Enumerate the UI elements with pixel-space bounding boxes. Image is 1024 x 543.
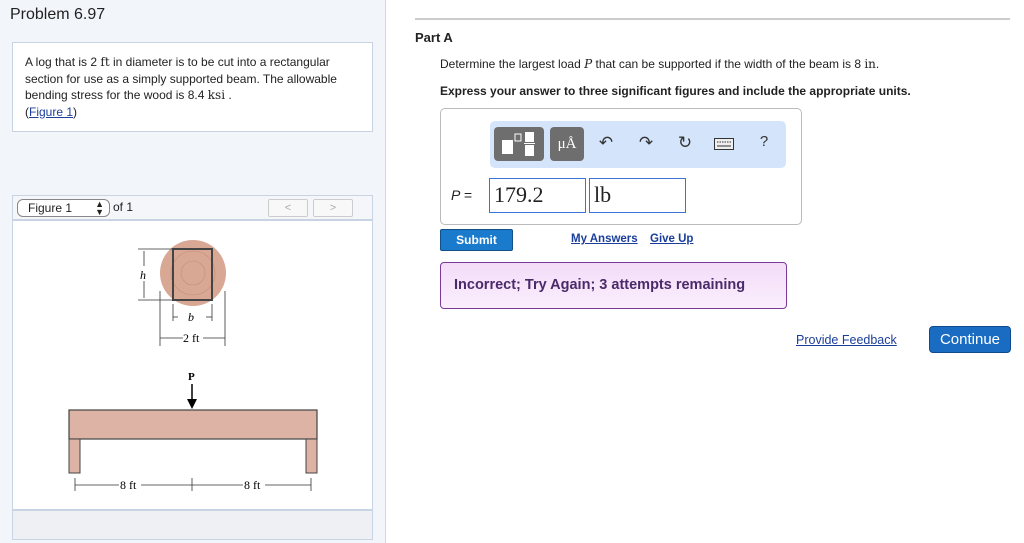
unit-ksi: ksi <box>207 88 226 102</box>
question-unit: in <box>864 57 876 71</box>
question-variable: P <box>584 57 593 71</box>
templates-button[interactable] <box>494 127 544 161</box>
beam <box>68 409 318 474</box>
help-button[interactable]: ? <box>752 133 776 150</box>
label-b: b <box>188 310 194 324</box>
submit-button[interactable]: Submit <box>440 229 513 251</box>
problem-title: Problem 6.97 <box>10 6 106 23</box>
feedback-message: Incorrect; Try Again; 3 attempts remaini… <box>440 262 787 309</box>
label-load: P <box>188 371 195 383</box>
give-up-link[interactable]: Give Up <box>650 233 693 245</box>
question-part: . <box>875 57 880 71</box>
next-figure-button[interactable]: > <box>313 199 353 217</box>
load-arrow-icon <box>187 384 197 409</box>
undo-icon[interactable]: ↶ <box>594 133 618 153</box>
label-diameter: 2 ft <box>183 331 200 345</box>
problem-panel: Problem 6.97 A log that is 2 ft in diame… <box>0 0 386 543</box>
prev-figure-button[interactable]: < <box>268 199 308 217</box>
label-span-left: 8 ft <box>120 478 137 492</box>
log-cross-section <box>160 240 226 306</box>
figure-select[interactable]: Figure 1 ▲ ▼ <box>17 199 110 217</box>
figure-image: h b 2 ft P 8 ft 8 ft <box>12 220 373 510</box>
figure-link[interactable]: Figure 1 <box>29 105 73 119</box>
label-span-right: 8 ft <box>244 478 261 492</box>
keyboard-icon[interactable] <box>712 135 736 155</box>
figure-toolbar: Figure 1 ▲ ▼ of 1 < > <box>12 195 373 220</box>
divider <box>415 18 1010 20</box>
label-h: h <box>140 268 146 282</box>
unit-ft: ft <box>100 55 110 69</box>
answer-label: P = <box>451 187 472 203</box>
part-title: Part A <box>415 30 453 45</box>
problem-statement: A log that is 2 ft in diameter is to be … <box>12 42 373 132</box>
problem-text: A log that is 2 <box>25 55 101 69</box>
fraction-template-icon <box>502 132 535 156</box>
math-toolbar: μÅ ↶ ↷ ↻ ? <box>490 121 786 168</box>
provide-feedback-link[interactable]: Provide Feedback <box>796 333 897 347</box>
figure-count: of 1 <box>113 200 134 214</box>
redo-icon[interactable]: ↷ <box>634 133 658 153</box>
select-arrows-icon: ▲ ▼ <box>95 199 104 217</box>
question-part: that can be supported if the width of th… <box>592 57 865 71</box>
continue-button[interactable]: Continue <box>929 326 1011 353</box>
units-button[interactable]: μÅ <box>550 127 584 161</box>
figure-select-value: Figure 1 <box>28 201 73 215</box>
unit-input[interactable]: lb <box>589 178 686 213</box>
problem-text: . <box>225 88 232 102</box>
question-part: Determine the largest load <box>440 57 585 71</box>
answer-box: μÅ ↶ ↷ ↻ ? P = 179.2 lb <box>440 108 802 225</box>
reset-icon[interactable]: ↻ <box>673 133 697 153</box>
my-answers-link[interactable]: My Answers <box>571 233 638 245</box>
value-input[interactable]: 179.2 <box>489 178 586 213</box>
instructions: Express your answer to three significant… <box>440 84 911 98</box>
figure-footer <box>12 510 373 540</box>
question-text: Determine the largest load P that can be… <box>440 57 879 71</box>
span-dimensions <box>74 478 312 491</box>
